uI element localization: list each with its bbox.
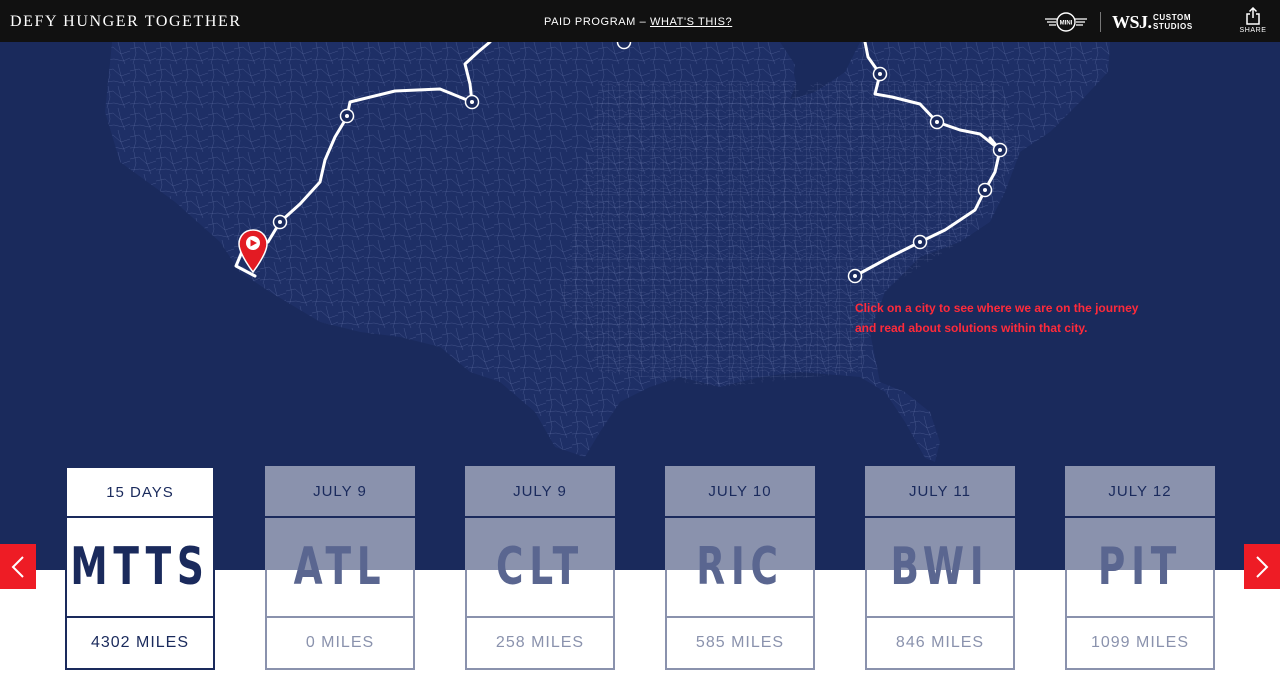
card-date: JULY 12 (1065, 466, 1215, 516)
share-button[interactable]: SHARE (1236, 7, 1270, 39)
card-code: RIC (696, 537, 784, 597)
next-button[interactable] (1244, 544, 1280, 589)
card-miles: 4302 MILES (65, 618, 215, 670)
card-code: MTTS (70, 537, 210, 597)
map-hint-line-2: and read about solutions within that cit… (855, 321, 1088, 335)
share-icon (1246, 7, 1260, 25)
map-hint-line-1: Click on a city to see where we are on t… (855, 301, 1139, 315)
whats-this-link[interactable]: WHAT'S THIS? (650, 16, 732, 28)
map-hint: Click on a city to see where we are on t… (855, 298, 1175, 338)
card-miles: 846 MILES (865, 618, 1015, 670)
card-date: JULY 9 (465, 466, 615, 516)
card-date: JULY 11 (865, 466, 1015, 516)
paid-program-label: PAID PROGRAM – (544, 16, 650, 28)
city-card-2[interactable]: JULY 9 CLT 258 MILES (465, 466, 615, 670)
card-code: BWI (890, 537, 990, 597)
city-card-3[interactable]: JULY 10 RIC 585 MILES (665, 466, 815, 670)
card-miles: 585 MILES (665, 618, 815, 670)
card-miles: 1099 MILES (1065, 618, 1215, 670)
card-miles: 0 MILES (265, 618, 415, 670)
studios-text: STUDIOS (1153, 22, 1193, 31)
share-label: SHARE (1239, 27, 1267, 34)
custom-studios-logo: CUSTOM STUDIOS (1153, 13, 1193, 31)
prev-button[interactable] (0, 544, 36, 589)
city-card-4[interactable]: JULY 11 BWI 846 MILES (865, 466, 1015, 670)
card-code: PIT (1097, 537, 1183, 597)
city-card-5[interactable]: JULY 12 PIT 1099 MILES (1065, 466, 1215, 670)
card-date: JULY 9 (265, 466, 415, 516)
card-code: CLT (496, 537, 584, 597)
chevron-right-icon (1256, 555, 1269, 578)
card-code: ATL (293, 537, 387, 597)
city-card-1[interactable]: JULY 9 ATL 0 MILES (265, 466, 415, 670)
card-miles: 258 MILES (465, 618, 615, 670)
card-date: JULY 10 (665, 466, 815, 516)
custom-text: CUSTOM (1153, 13, 1192, 22)
city-marker[interactable] (616, 42, 632, 50)
paid-program-notice: PAID PROGRAM – WHAT'S THIS? (544, 16, 732, 28)
logo-divider (1100, 12, 1101, 32)
city-card-0[interactable]: 15 DAYS MTTS 4302 MILES (65, 466, 215, 670)
mini-logo-text: MINI (1060, 21, 1073, 27)
card-date: 15 DAYS (65, 466, 215, 516)
wsj-logo: WSJ. (1112, 12, 1152, 32)
chevron-left-icon (11, 555, 24, 578)
brand-title[interactable]: DEFY HUNGER TOGETHER (10, 13, 242, 31)
top-bar: DEFY HUNGER TOGETHER PAID PROGRAM – WHAT… (0, 0, 1280, 42)
mini-logo-icon: MINI (1045, 12, 1087, 32)
